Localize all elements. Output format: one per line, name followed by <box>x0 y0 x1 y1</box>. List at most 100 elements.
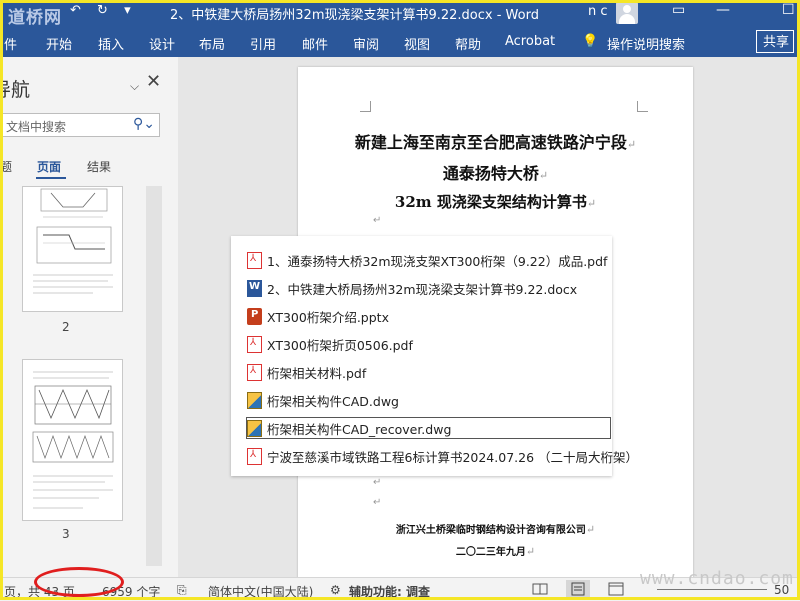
title-bar: 道桥网 ↶ ↻ ▾ 2、中铁建大桥局扬州32m现浇梁支架计算书9.22.docx… <box>0 0 800 28</box>
paragraph-mark: ↵ <box>373 215 382 226</box>
doc-title-line3-text: 32m 现浇梁支架结构计算书 <box>394 193 587 211</box>
file-item-selected[interactable]: 桁架相关构件CAD_recover.dwg <box>246 417 611 439</box>
minimize-icon[interactable]: — <box>716 2 730 18</box>
search-icon[interactable]: ⚲⌄ <box>133 116 155 132</box>
file-item[interactable]: 1、通泰扬特大桥32m现浇支架XT300桁架（9.22）成品.pdf <box>247 251 612 273</box>
tab-home[interactable]: 开始 <box>46 34 72 53</box>
file-item[interactable]: XT300桁架介绍.pptx <box>247 307 612 329</box>
file-name: 2、中铁建大桥局扬州32m现浇梁支架计算书9.22.docx <box>267 282 578 297</box>
file-item[interactable]: 桁架相关构件CAD.dwg <box>247 391 612 413</box>
accessibility-status[interactable]: 辅助功能: 调查 <box>349 583 430 600</box>
page-thumbnail-drawing <box>33 188 113 294</box>
file-item[interactable]: 桁架相关材料.pdf <box>247 363 612 385</box>
pdf-file-icon <box>247 448 262 465</box>
tell-me-search[interactable]: 操作说明搜索 <box>607 34 685 53</box>
chevron-down-icon[interactable]: ⌵ <box>130 79 139 94</box>
file-item[interactable]: 2、中铁建大桥局扬州32m现浇梁支架计算书9.22.docx <box>247 279 612 301</box>
nav-tab-headings[interactable]: 题 <box>0 158 12 175</box>
paragraph-mark: ↵ <box>586 197 597 210</box>
web-layout-icon[interactable] <box>604 580 628 598</box>
nav-tab-pages[interactable]: 页面 <box>37 158 61 175</box>
doc-title-line1-text: 新建上海至南京至合肥高速铁路沪宁段 <box>354 133 627 152</box>
document-title: 2、中铁建大桥局扬州32m现浇梁支架计算书9.22.docx - Word <box>170 8 539 23</box>
file-item[interactable]: 宁波至慈溪市域铁路工程6标计算书2024.07.26 （二十局大桁架） <box>247 447 638 469</box>
active-tab-indicator <box>36 177 66 179</box>
file-item[interactable]: XT300桁架折页0506.pdf <box>247 335 612 357</box>
doc-title-line2: 通泰扬特大桥↵ <box>298 160 693 184</box>
pdf-file-icon <box>247 252 262 269</box>
print-layout-icon[interactable] <box>566 580 590 598</box>
share-button[interactable]: 共享 <box>756 30 794 53</box>
dragged-file-list: 1、通泰扬特大桥32m现浇支架XT300桁架（9.22）成品.pdf 2、中铁建… <box>231 236 638 476</box>
tab-references[interactable]: 引用 <box>250 34 276 53</box>
doc-title-line3: 32m 现浇梁支架结构计算书↵ <box>298 191 693 212</box>
doc-date: 二〇二三年九月↵ <box>298 543 693 558</box>
doc-company: 浙江兴土桥梁临时钢结构设计咨询有限公司↵ <box>298 521 693 536</box>
doc-company-text: 浙江兴土桥梁临时钢结构设计咨询有限公司 <box>395 525 586 536</box>
file-name: 宁波至慈溪市域铁路工程6标计算书2024.07.26 （二十局大桁架） <box>267 450 638 465</box>
tab-review[interactable]: 审阅 <box>353 34 379 53</box>
paragraph-mark: ↵ <box>585 523 596 536</box>
dwg-file-icon <box>247 420 262 437</box>
proofing-icon[interactable]: ⎘ <box>177 583 187 598</box>
file-name: 1、通泰扬特大桥32m现浇支架XT300桁架（9.22）成品.pdf <box>267 254 608 269</box>
language-indicator[interactable]: 简体中文(中国大陆) <box>208 583 313 600</box>
ribbon-tabs: 件 开始 插入 设计 布局 引用 邮件 审阅 视图 帮助 Acrobat 💡 操… <box>0 27 800 57</box>
quick-access-toolbar: ↶ ↻ ▾ <box>70 3 143 18</box>
doc-title-line1: 新建上海至南京至合肥高速铁路沪宁段↵ <box>298 129 693 153</box>
word-file-icon <box>247 280 262 297</box>
lightbulb-icon: 💡 <box>582 34 599 49</box>
maximize-icon[interactable]: ☐ <box>782 2 795 18</box>
file-name: 桁架相关材料.pdf <box>267 366 367 381</box>
zoom-slider[interactable] <box>657 589 767 590</box>
nav-tab-results[interactable]: 结果 <box>87 158 111 175</box>
site-logo-watermark: 道桥网 <box>8 8 62 28</box>
page-thumbnail-2[interactable] <box>22 186 123 312</box>
paragraph-mark: ↵ <box>538 169 549 182</box>
user-initials[interactable]: n c <box>588 4 608 19</box>
doc-date-text: 二〇二三年九月 <box>455 547 526 558</box>
tab-layout[interactable]: 布局 <box>199 34 225 53</box>
crop-mark <box>360 101 371 112</box>
paragraph-mark: ↵ <box>373 497 382 508</box>
nav-pane-scrollbar[interactable] <box>146 186 162 566</box>
powerpoint-file-icon <box>247 308 262 325</box>
print-layout-glyph <box>571 582 585 596</box>
user-avatar[interactable] <box>616 2 638 24</box>
tab-design[interactable]: 设计 <box>149 34 175 53</box>
highlight-circle <box>34 567 124 597</box>
paragraph-mark: ↵ <box>525 545 536 558</box>
nav-search-input[interactable]: 文档中搜索 ⚲⌄ <box>0 113 160 137</box>
site-watermark: www.cndao.com <box>640 568 794 589</box>
accessibility-icon: ⚙ <box>330 583 341 597</box>
file-name: 桁架相关构件CAD.dwg <box>267 394 399 409</box>
file-name: XT300桁架折页0506.pdf <box>267 338 413 353</box>
pdf-file-icon <box>247 336 262 353</box>
undo-icon[interactable]: ↶ <box>70 3 81 18</box>
file-name: XT300桁架介绍.pptx <box>267 310 389 325</box>
tab-mailings[interactable]: 邮件 <box>302 34 328 53</box>
paragraph-mark: ↵ <box>626 138 637 151</box>
read-mode-icon[interactable] <box>528 580 552 598</box>
page-thumbnail-3[interactable] <box>22 359 123 521</box>
redo-icon[interactable]: ↻ <box>97 3 108 18</box>
tab-help[interactable]: 帮助 <box>455 34 481 53</box>
ribbon-display-options-icon[interactable]: ▭ <box>672 2 685 18</box>
web-layout-glyph <box>608 582 624 596</box>
tab-file[interactable]: 件 <box>4 34 17 53</box>
tab-view[interactable]: 视图 <box>404 34 430 53</box>
close-icon[interactable]: ✕ <box>146 71 161 92</box>
navigation-pane: 导航 ⌵ ✕ 文档中搜索 ⚲⌄ 题 页面 结果 2 3 <box>0 57 178 577</box>
read-mode-glyph <box>532 583 548 595</box>
pdf-file-icon <box>247 364 262 381</box>
tab-insert[interactable]: 插入 <box>98 34 124 53</box>
crop-mark <box>637 101 648 112</box>
doc-title-line2-text: 通泰扬特大桥 <box>442 164 539 183</box>
page-thumbnail-drawing <box>32 371 114 509</box>
nav-pane-title: 导航 <box>0 79 31 101</box>
dwg-file-icon <box>247 392 262 409</box>
share-label: 共享 <box>763 35 790 50</box>
paragraph-mark: ↵ <box>373 477 382 488</box>
customize-qat-icon[interactable]: ▾ <box>124 3 131 18</box>
tab-acrobat[interactable]: Acrobat <box>505 34 555 49</box>
